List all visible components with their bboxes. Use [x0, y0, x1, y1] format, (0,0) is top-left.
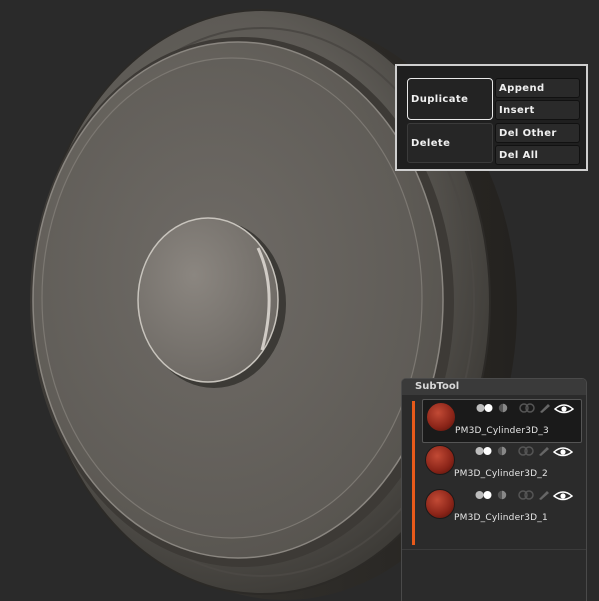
center-hub — [137, 217, 279, 383]
eye-visibility-icon[interactable] — [553, 446, 573, 458]
subtool-item-controls — [475, 490, 585, 502]
subtool-name: PM3D_Cylinder3D_3 — [455, 426, 549, 436]
subtool-panel: SubTool PM3D_Cylinder3D_3 PM3D_Cylinder3… — [401, 378, 587, 601]
eye-visibility-icon[interactable] — [554, 403, 574, 415]
del-all-button[interactable]: Del All — [495, 145, 580, 165]
solo-toggle-icon[interactable] — [496, 403, 510, 413]
brush-toggle-icon[interactable] — [538, 446, 550, 456]
polyframe-toggle-icon[interactable] — [475, 490, 493, 500]
insert-button[interactable]: Insert — [495, 100, 580, 120]
subtool-panel-title[interactable]: SubTool — [402, 379, 586, 395]
solo-toggle-icon[interactable] — [495, 446, 509, 456]
polyframe-toggle-icon[interactable] — [476, 403, 494, 413]
subtool-thumbnail — [425, 445, 455, 475]
subtool-thumbnail — [425, 489, 455, 519]
duplicate-button[interactable]: Duplicate — [407, 78, 493, 120]
transparency-toggle-icon[interactable] — [519, 403, 535, 413]
subtool-item[interactable]: PM3D_Cylinder3D_3 — [422, 399, 582, 443]
subtool-item-controls — [475, 446, 585, 458]
del-other-button[interactable]: Del Other — [495, 123, 580, 143]
subtool-item[interactable]: PM3D_Cylinder3D_2 — [422, 443, 582, 487]
brush-toggle-icon[interactable] — [539, 403, 551, 413]
subtool-name: PM3D_Cylinder3D_2 — [454, 469, 548, 479]
subtool-scrollbar[interactable] — [412, 401, 415, 545]
delete-button[interactable]: Delete — [407, 123, 493, 163]
brush-toggle-icon[interactable] — [538, 490, 550, 500]
append-button[interactable]: Append — [495, 78, 580, 98]
polyframe-toggle-icon[interactable] — [475, 446, 493, 456]
subtool-divider — [402, 549, 586, 550]
solo-toggle-icon[interactable] — [495, 490, 509, 500]
subtool-item-controls — [476, 403, 586, 415]
eye-visibility-icon[interactable] — [553, 490, 573, 502]
subtool-name: PM3D_Cylinder3D_1 — [454, 513, 548, 523]
transparency-toggle-icon[interactable] — [518, 446, 534, 456]
transparency-toggle-icon[interactable] — [518, 490, 534, 500]
subtool-item[interactable]: PM3D_Cylinder3D_1 — [422, 487, 582, 531]
subtool-actions-panel: Duplicate Delete Append Insert Del Other… — [395, 64, 588, 171]
subtool-thumbnail — [426, 402, 456, 432]
